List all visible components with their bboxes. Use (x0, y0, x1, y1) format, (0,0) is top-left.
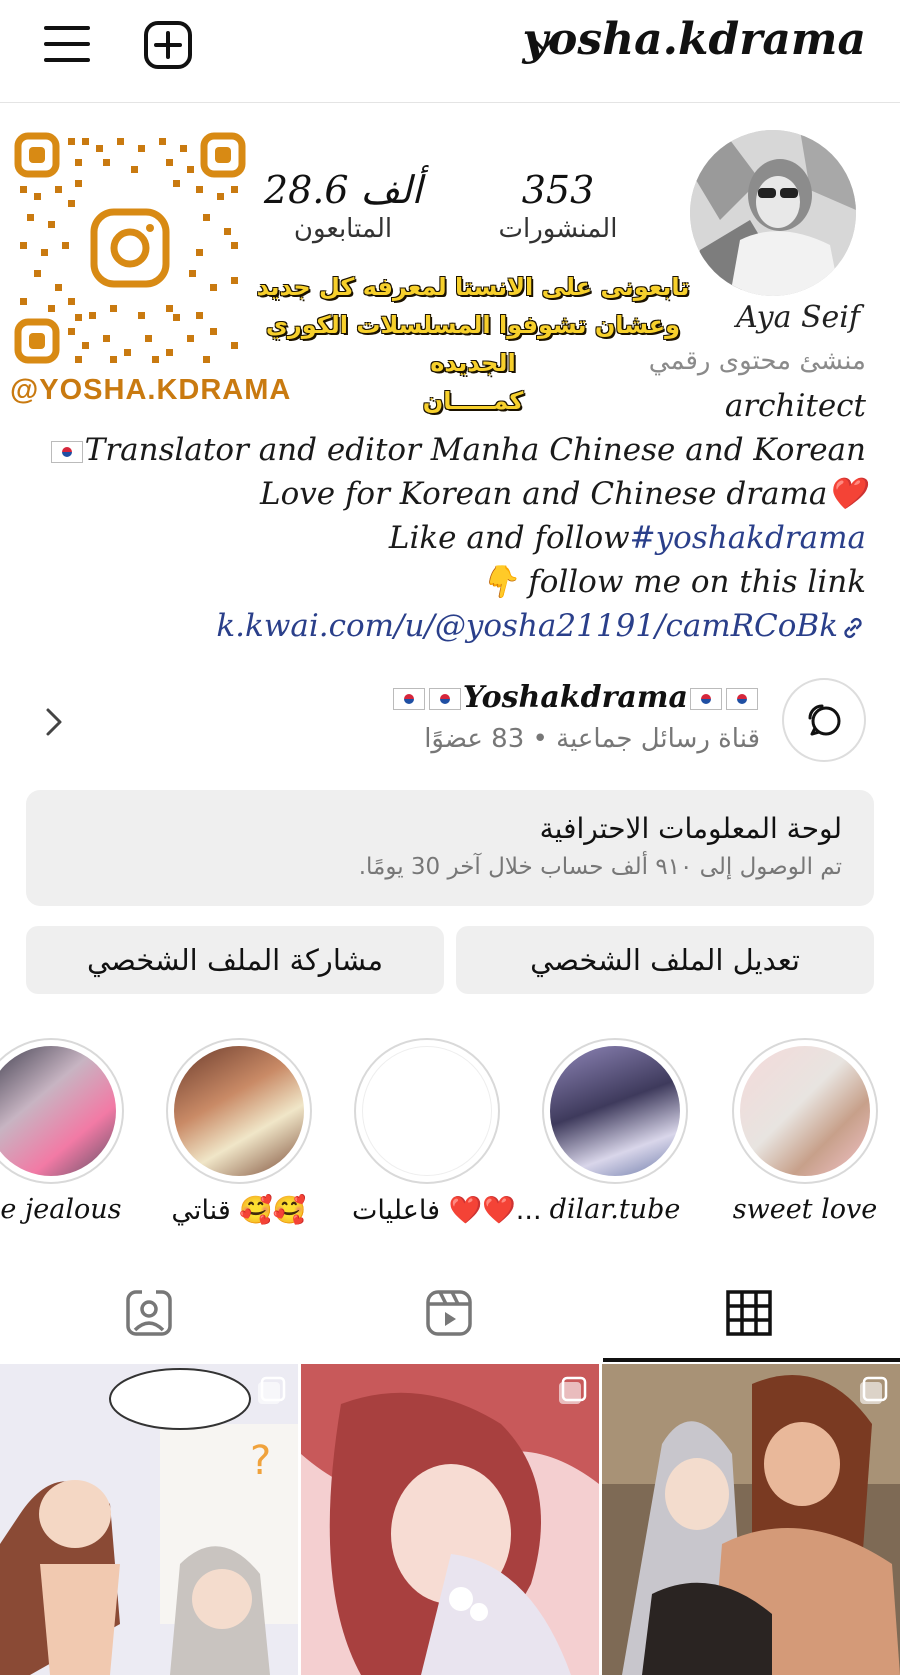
bio-line-4: Like and follow#yoshakdrama (46, 516, 866, 560)
korea-flag-icon (50, 440, 83, 463)
highlight-label: فاعليات ❤️❤️... (352, 1195, 542, 1226)
profile-qr-code (10, 128, 250, 368)
followers-stat[interactable]: 28.6 ألف المتابعون (258, 168, 428, 244)
broadcast-channel-button[interactable] (782, 678, 866, 762)
highlight-label: sweet love (732, 1194, 878, 1225)
multiple-posts-icon (559, 1376, 587, 1404)
posts-count: 353 (521, 168, 595, 212)
bio-link-text[interactable]: k.kwai.com/u/@yosha21191/camRCoBk (216, 608, 838, 644)
profile-category: منشئ محتوى رقمي (648, 346, 866, 376)
korea-flag-icon (428, 687, 461, 710)
dashboard-title: لوحة المعلومات الاحترافية (539, 812, 842, 845)
bio-hashtag-link[interactable]: #yoshakdrama (630, 520, 866, 556)
channel-subtitle: قناة رسائل جماعية • 83 عضوًا (424, 724, 760, 754)
highlight-label: قناتي 🥰🥰 (171, 1195, 307, 1226)
post-image: ? (0, 1364, 298, 1675)
channel-title-text: Yoshakdrama (462, 680, 688, 715)
korea-flag-icon (726, 687, 758, 710)
highlight-cover (550, 1046, 680, 1176)
korea-flag-icon (392, 687, 425, 710)
highlight-item[interactable]: قناتي 🥰🥰 (164, 1038, 314, 1226)
post-image (602, 1364, 900, 1675)
highlight-cover (0, 1046, 116, 1176)
highlight-item[interactable]: sweet love (730, 1038, 880, 1225)
highlight-ring (542, 1038, 688, 1184)
bio-line-1: architect (724, 388, 866, 424)
highlight-item[interactable]: dilar.tube (540, 1038, 690, 1225)
create-post-icon[interactable] (143, 20, 193, 70)
followers-count: 28.6 ألف (263, 168, 423, 212)
post-image (301, 1364, 599, 1675)
reels-icon (426, 1290, 472, 1336)
broadcast-channel-row[interactable]: Yoshakdrama قناة رسائل جماعية • 83 عضوًا (0, 672, 900, 772)
highlight-item[interactable]: فاعليات ❤️❤️... (352, 1038, 542, 1226)
highlight-cover (174, 1046, 304, 1176)
tab-reels[interactable] (300, 1262, 600, 1360)
bio-external-link[interactable]: k.kwai.com/u/@yosha21191/camRCoBk (46, 604, 866, 648)
profile-username[interactable]: yosha.kdrama (522, 14, 866, 65)
promo-line-1: تابعونى على الانستا لمعرفه كل جديد (256, 273, 690, 301)
highlight-cover (362, 1046, 492, 1176)
highlight-item[interactable]: Be jealous (0, 1038, 126, 1225)
posts-grid: ? (0, 1364, 900, 1675)
post-thumbnail[interactable]: ? (0, 1364, 298, 1675)
link-icon (844, 617, 862, 638)
professional-dashboard[interactable]: لوحة المعلومات الاحترافية تم الوصول إلى … (26, 790, 874, 906)
multiple-posts-icon (860, 1376, 888, 1404)
active-tab-indicator (603, 1358, 900, 1362)
profile-tabs (0, 1262, 900, 1362)
top-bar: yosha.kdrama (0, 0, 900, 103)
bio-line-2: Translator and editor Manha Chinese and … (46, 428, 866, 472)
bio-line-2-text: Translator and editor Manha Chinese and … (84, 432, 866, 468)
hamburger-menu-icon[interactable] (44, 24, 90, 64)
highlight-label: dilar.tube (549, 1194, 681, 1225)
profile-avatar[interactable] (690, 130, 856, 296)
tab-grid[interactable] (600, 1262, 900, 1360)
chevron-right-icon[interactable] (38, 704, 68, 740)
tagged-icon (126, 1290, 172, 1336)
avatar-photo (690, 130, 856, 296)
profile-bio: architect Translator and editor Manha Ch… (46, 384, 866, 648)
post-thumbnail[interactable] (301, 1364, 599, 1675)
bio-line-5: 👇 follow me on this link (479, 564, 866, 600)
posts-stat[interactable]: 353 المنشورات (478, 168, 638, 244)
bio-line-4-text: Like and follow (388, 520, 630, 556)
bio-line-3: Love for Korean and Chinese drama❤️ (259, 476, 866, 512)
share-profile-button[interactable]: مشاركة الملف الشخصي (26, 926, 444, 994)
highlight-cover (740, 1046, 870, 1176)
highlight-ring (0, 1038, 124, 1184)
highlight-ring (354, 1038, 500, 1184)
highlight-label: Be jealous (0, 1194, 122, 1225)
post-thumbnail[interactable] (602, 1364, 900, 1675)
svg-text:?: ? (250, 1438, 271, 1484)
channel-title: Yoshakdrama (391, 680, 760, 715)
tab-tagged[interactable] (0, 1262, 300, 1360)
highlight-ring (166, 1038, 312, 1184)
followers-label: المتابعون (293, 214, 393, 244)
channel-chat-icon (808, 704, 841, 736)
dashboard-subtitle: تم الوصول إلى ٩١٠ ألف حساب خلال آخر 30 ي… (358, 854, 842, 880)
highlight-ring (732, 1038, 878, 1184)
multiple-posts-icon (258, 1376, 286, 1404)
korea-flag-icon (690, 687, 722, 710)
grid-icon (726, 1290, 772, 1336)
posts-label: المنشورات (498, 214, 618, 244)
profile-display-name: Aya Seif (736, 300, 860, 335)
promo-line-2: وعشان تشوفوا المسلسلات الكوري الجديده (265, 311, 681, 377)
edit-profile-button[interactable]: تعديل الملف الشخصي (456, 926, 874, 994)
